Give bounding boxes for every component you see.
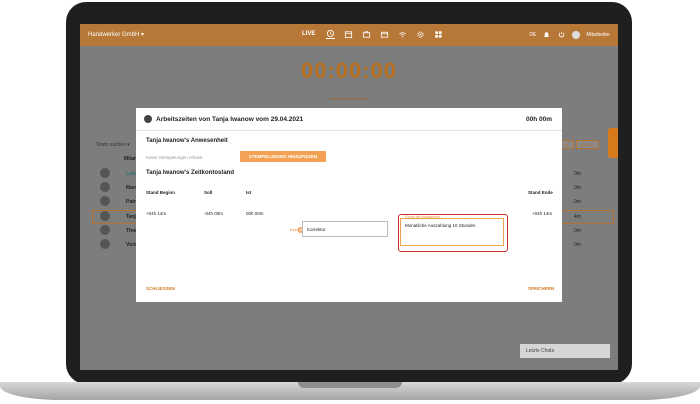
- time-account-title: Tanja Iwanow's Zeitkontostand: [146, 170, 234, 176]
- view-switch: HE WOCHE: [560, 140, 599, 149]
- bell-icon[interactable]: [542, 30, 551, 39]
- column-ist: Ist: [246, 190, 252, 195]
- recent-chats-bar[interactable]: Letzte Chats: [520, 344, 610, 358]
- value-ist: 00h 00m: [246, 211, 264, 216]
- user-avatar[interactable]: [572, 30, 581, 39]
- employee-time: 0m: [574, 242, 581, 248]
- view-week-button[interactable]: WOCHE: [575, 140, 599, 149]
- language-switch[interactable]: DE: [529, 32, 536, 38]
- value-stand-ende: +04h 14m: [532, 211, 553, 216]
- save-button[interactable]: SPEICHERN: [528, 286, 554, 291]
- wifi-icon[interactable]: [398, 30, 407, 39]
- gear-icon[interactable]: [416, 30, 425, 39]
- modal-title: Arbeitszeiten von Tanja Iwanow vom 29.04…: [156, 116, 304, 123]
- recent-chats-label: Letzte Chats: [526, 348, 555, 354]
- reason-textarea[interactable]: Monatliche Auszahlung 10 Stunden: [400, 218, 504, 246]
- side-panel-tab[interactable]: [608, 128, 618, 158]
- clock-icon[interactable]: [326, 29, 336, 39]
- modal-header: Arbeitszeiten von Tanja Iwanow vom 29.04…: [136, 108, 562, 131]
- employee-time: 0m: [574, 199, 581, 205]
- worktime-modal: Arbeitszeiten von Tanja Iwanow vom 29.04…: [136, 108, 562, 302]
- close-button[interactable]: SCHLIESSEN: [146, 286, 175, 291]
- avatar: [100, 225, 110, 235]
- column-soll: Soll: [204, 190, 213, 195]
- live-timer: 00:00:00: [300, 58, 398, 83]
- main-nav: LIVE: [302, 29, 443, 39]
- presence-empty-text: Keine Stempelungen erfasst: [146, 155, 203, 160]
- laptop-notch: [298, 382, 402, 388]
- avatar: [100, 239, 110, 249]
- employee-time: 4m: [574, 214, 581, 220]
- avatar: [100, 168, 110, 178]
- employee-time: 0m: [574, 185, 581, 191]
- add-stamps-button[interactable]: STEMPELUNGEN HINZUFÜGEN: [240, 151, 326, 162]
- modal-total-time: 00h 00m: [525, 116, 552, 123]
- power-icon[interactable]: [557, 30, 566, 39]
- avatar: [100, 196, 110, 206]
- user-name[interactable]: Mitarbeiter: [586, 32, 610, 38]
- briefcase-icon[interactable]: [362, 30, 371, 39]
- avatar: [100, 182, 110, 192]
- value-soll: -04h 00m: [204, 211, 224, 216]
- screen: Handwerker GmbH ▾ LIVE DE Mitarbeiter 00…: [80, 24, 618, 370]
- topbar-right: DE Mitarbeiter: [529, 30, 610, 39]
- value-stand-begin: +04h 14m: [146, 211, 167, 216]
- timer-status: Keine Zeitbuchungen: [330, 96, 368, 101]
- column-stand-begin: Stand Beginn: [146, 190, 175, 195]
- wallet-icon[interactable]: [380, 30, 389, 39]
- korrektur-input[interactable]: [302, 221, 388, 237]
- column-stand-ende: Stand Ende: [528, 190, 553, 195]
- grid-icon[interactable]: [434, 30, 443, 39]
- nav-live[interactable]: LIVE: [302, 31, 315, 37]
- team-search-dropdown[interactable]: Team suchen ▾: [96, 142, 130, 148]
- employee-column-header: Mitar: [124, 156, 136, 162]
- company-switcher[interactable]: Handwerker GmbH ▾: [88, 31, 144, 38]
- employee-time: 0m: [574, 228, 581, 234]
- avatar: [100, 211, 110, 221]
- calendar-icon[interactable]: [344, 30, 353, 39]
- view-day-button[interactable]: HE: [560, 140, 574, 149]
- employee-time: 0m: [574, 171, 581, 177]
- avatar: [144, 115, 152, 123]
- top-navigation-bar: Handwerker GmbH ▾ LIVE DE Mitarbeiter: [80, 24, 618, 46]
- employee-name[interactable]: Tanj: [126, 214, 136, 220]
- presence-title: Tanja Iwanow's Anwesenheit: [146, 138, 228, 144]
